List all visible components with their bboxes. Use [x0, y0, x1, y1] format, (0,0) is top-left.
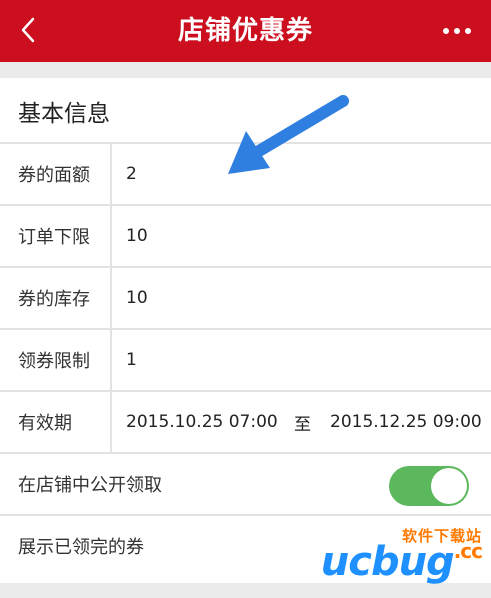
public-claim-row: 在店铺中公开领取: [0, 452, 491, 514]
field-label: 券的库存: [0, 268, 112, 328]
field-label: 订单下限: [0, 206, 112, 266]
page-title: 店铺优惠券: [177, 16, 313, 46]
public-claim-label: 在店铺中公开领取: [18, 475, 162, 496]
public-claim-toggle[interactable]: [389, 466, 469, 506]
field-row-validity[interactable]: 有效期 2015.10.25 07:00 至 2015.12.25 09:00: [0, 390, 491, 452]
more-dot: [465, 28, 471, 34]
site-watermark: 软件下载站 ucbug.cc: [300, 525, 490, 585]
field-row-order-min[interactable]: 订单下限 10: [0, 204, 491, 266]
more-button[interactable]: [433, 14, 481, 48]
pointer-arrow-icon: [228, 95, 349, 174]
watermark-logo-suffix: .cc: [453, 539, 483, 563]
field-value[interactable]: 2: [126, 144, 137, 204]
watermark-logo: ucbug.cc: [320, 539, 483, 585]
field-label: 有效期: [0, 392, 112, 452]
toggle-knob: [431, 468, 467, 504]
app-header: 店铺优惠券: [0, 0, 491, 62]
field-label: 券的面额: [0, 144, 112, 204]
field-row-claim-limit[interactable]: 领券限制 1: [0, 328, 491, 390]
validity-end[interactable]: 2015.12.25 09:00: [330, 392, 482, 452]
field-value[interactable]: 10: [126, 206, 148, 266]
field-label: 领券限制: [0, 330, 112, 390]
validity-start[interactable]: 2015.10.25 07:00: [126, 392, 278, 452]
field-value[interactable]: 10: [126, 268, 148, 328]
section-title: 基本信息: [18, 101, 110, 127]
validity-separator: 至: [294, 414, 311, 435]
more-dot: [454, 28, 460, 34]
more-dots-icon: [443, 28, 449, 34]
field-value[interactable]: 1: [126, 330, 137, 390]
field-row-stock[interactable]: 券的库存 10: [0, 266, 491, 328]
watermark-logo-text: ucbug: [320, 539, 455, 585]
